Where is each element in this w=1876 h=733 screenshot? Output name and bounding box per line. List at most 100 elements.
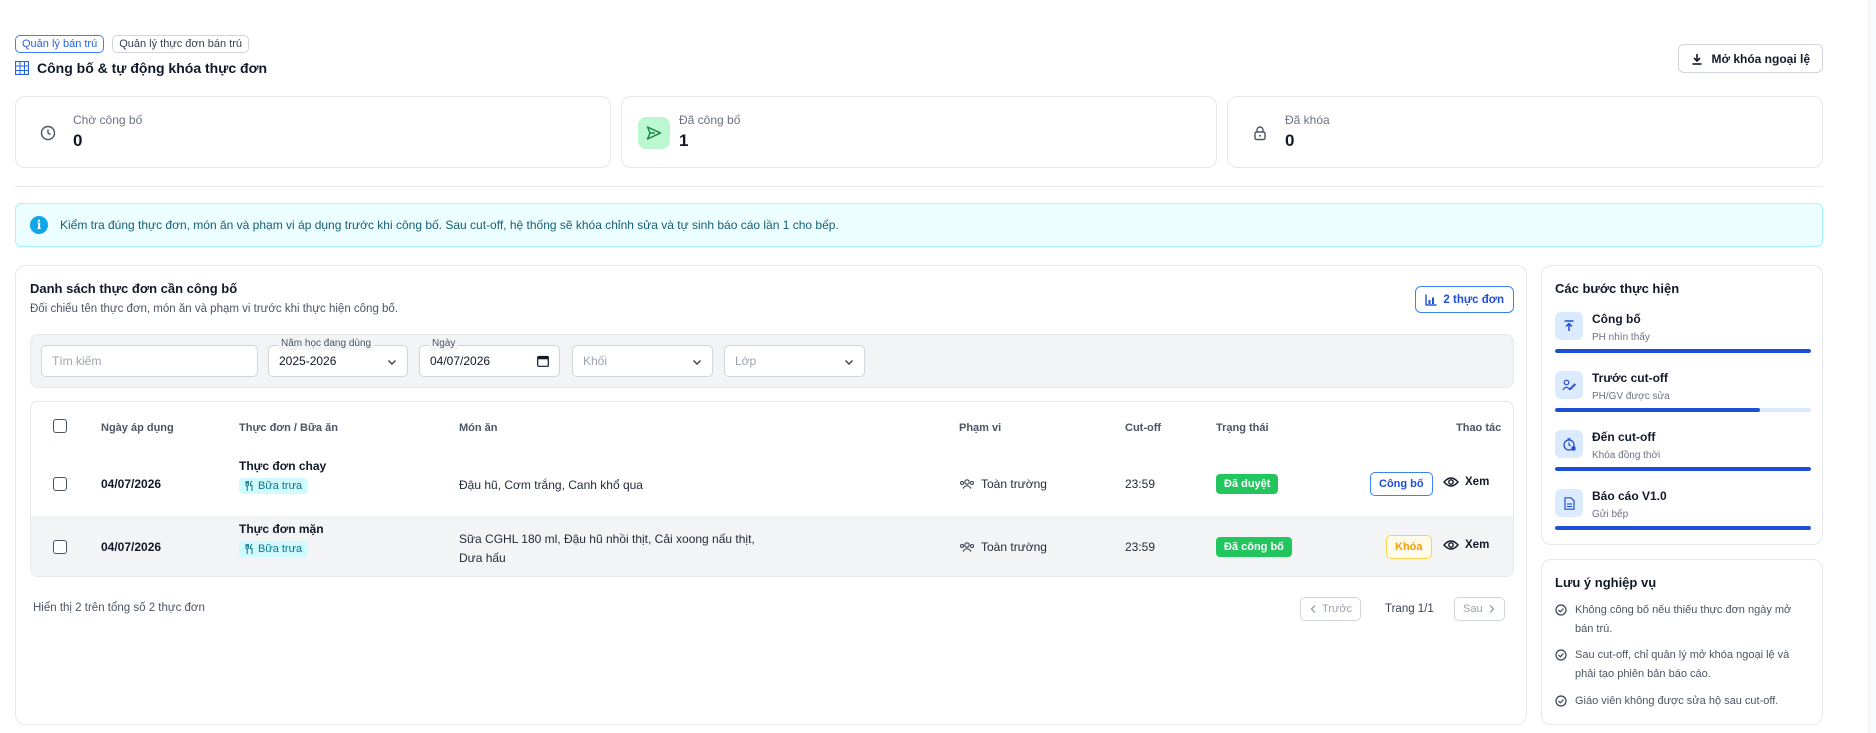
page-title: Công bố & tự động khóa thực đơn (37, 60, 268, 76)
step-item: Công bố PH nhìn thấy (1555, 312, 1811, 364)
page-title-row: Công bố & tự động khóa thực đơn (15, 60, 267, 76)
lock-icon (1244, 117, 1276, 149)
table-row[interactable]: 04/07/2026 Thực đơn chay Bữa trưa Đậu hũ… (31, 453, 1513, 515)
steps-title: Các bước thực hiện (1555, 281, 1680, 296)
breadcrumb-item-boarding[interactable]: Quản lý bán trú (15, 35, 105, 53)
next-page-button[interactable]: Sau (1454, 597, 1505, 621)
notes-card: Lưu ý nghiệp vụ Không công bố nếu thiếu … (1541, 559, 1823, 725)
step-progress-bar (1555, 467, 1811, 471)
view-button[interactable]: Xem (1443, 476, 1489, 488)
menu-count-label: 2 thực đơn (1443, 293, 1504, 306)
grade-select[interactable]: Khối (572, 345, 713, 377)
meal-label: Bữa trưa (258, 480, 303, 492)
class-placeholder: Lớp (735, 354, 757, 368)
check-circle-icon (1555, 649, 1567, 661)
row-scope: Toàn trường (959, 540, 1047, 554)
pagination-summary: Hiển thị 2 trên tổng số 2 thực đơn (33, 602, 205, 614)
view-button[interactable]: Xem (1443, 539, 1489, 551)
table-row[interactable]: 04/07/2026 Thực đơn mặn Bữa trưa Sữa CGH… (31, 516, 1513, 576)
upload-icon (1555, 312, 1583, 340)
menu-table: Ngày áp dụng Thực đơn / Bữa ăn Món ăn Ph… (30, 401, 1514, 577)
step-item: Báo cáo V1.0 Gửi bếp (1555, 489, 1811, 541)
publish-button[interactable]: Công bố (1370, 472, 1433, 496)
school-year-value: 2025-2026 (279, 354, 337, 368)
row-scope: Toàn trường (959, 477, 1047, 491)
step-item: Đến cut-off Khóa đồng thời (1555, 430, 1811, 482)
row-dishes-line: Sữa CGHL 180 ml, Đậu hũ nhồi thịt, Cải x… (459, 532, 755, 546)
stat-value: 0 (73, 131, 83, 150)
note-line: Giáo viên không được sửa hộ sau cut-off. (1575, 695, 1779, 707)
column-header-actions: Thao tác (1456, 422, 1502, 434)
row-dishes-line: Đậu hũ, Cơm trắng, Canh khổ qua (459, 478, 643, 492)
download-icon (1692, 53, 1702, 65)
breadcrumb: Quản lý bán trú Quản lý thực đơn bán trú (15, 35, 250, 53)
class-select[interactable]: Lớp (724, 345, 865, 377)
step-progress-fill (1555, 526, 1811, 530)
row-menu-name: Thực đơn chay (239, 459, 327, 473)
step-subtitle: PH nhìn thấy (1592, 332, 1650, 343)
column-header-status[interactable]: Trạng thái (1216, 422, 1269, 434)
lock-button[interactable]: Khóa (1386, 535, 1432, 559)
chevron-right-icon (1489, 605, 1495, 613)
unlock-exception-label: Mở khóa ngoại lệ (1711, 51, 1810, 66)
check-circle-icon (1555, 695, 1567, 707)
clock-icon (32, 117, 64, 149)
column-header-menu[interactable]: Thực đơn / Bữa ăn (239, 422, 338, 434)
note-item: Không công bố nếu thiếu thực đơn ngày mở… (1555, 601, 1817, 639)
filter-bar: Tìm kiếm Năm học đang dùng 2025-2026 Ngà… (30, 334, 1514, 388)
menu-list-card: Danh sách thực đơn cần công bố Đối chiếu… (15, 265, 1527, 725)
step-progress-bar (1555, 349, 1811, 353)
row-dishes: Sữa CGHL 180 ml, Đậu hũ nhồi thịt, Cải x… (459, 530, 755, 568)
search-input[interactable]: Tìm kiếm (41, 345, 258, 377)
school-year-select[interactable]: Năm học đang dùng 2025-2026 (268, 338, 408, 377)
stat-value: 0 (1285, 131, 1295, 150)
menu-list-subtitle: Đối chiếu tên thực đơn, món ăn và phạm v… (30, 303, 399, 315)
date-input[interactable]: Ngày 04/07/2026 (419, 338, 560, 377)
row-date: 04/07/2026 (101, 540, 162, 554)
chevron-left-icon (1310, 605, 1316, 613)
row-menu-name: Thực đơn mặn (239, 522, 324, 536)
row-dishes: Đậu hũ, Cơm trắng, Canh khổ qua (459, 477, 643, 494)
note-line: Sau cut-off, chỉ quản lý mở khóa ngoại l… (1575, 649, 1790, 661)
row-cutoff: 23:59 (1125, 477, 1156, 491)
note-item: Giáo viên không được sửa hộ sau cut-off. (1555, 692, 1817, 711)
column-header-date[interactable]: Ngày áp dụng (101, 422, 174, 434)
breadcrumb-item-menu[interactable]: Quản lý thực đơn bán trú (112, 35, 250, 53)
steps-card: Các bước thực hiện Công bố PH nhìn thấy … (1541, 265, 1823, 545)
row-menu-cell: Thực đơn chay Bữa trưa (239, 459, 326, 494)
column-header-cutoff[interactable]: Cut-off (1125, 422, 1161, 434)
unlock-exception-button[interactable]: Mở khóa ngoại lệ (1678, 44, 1823, 73)
user-edit-icon (1555, 371, 1583, 399)
row-checkbox[interactable] (53, 540, 67, 554)
menu-count-badge[interactable]: 2 thực đơn (1415, 286, 1514, 313)
meal-tag: Bữa trưa (239, 478, 309, 494)
timer-lock-icon (1555, 430, 1583, 458)
row-scope-label: Toàn trường (981, 540, 1047, 554)
step-subtitle: Gửi bếp (1592, 509, 1629, 520)
stat-label: Đã khóa (1285, 113, 1330, 127)
search-placeholder: Tìm kiếm (52, 354, 102, 368)
calendar-icon[interactable] (537, 355, 549, 367)
stat-value: 1 (679, 131, 689, 150)
row-cutoff: 23:59 (1125, 540, 1156, 554)
scrollbar[interactable] (1868, 0, 1876, 733)
stat-card-locked: Đã khóa 0 (1227, 96, 1823, 168)
select-all-checkbox[interactable] (53, 419, 67, 433)
divider (15, 186, 1823, 187)
eye-icon (1443, 540, 1459, 550)
step-title: Trước cut-off (1592, 371, 1668, 385)
grid-icon (15, 61, 29, 75)
next-page-label: Sau (1463, 603, 1483, 615)
row-menu-cell: Thực đơn mặn Bữa trưa (239, 522, 324, 557)
prev-page-button[interactable]: Trước (1300, 597, 1362, 621)
menu-list-title: Danh sách thực đơn cần công bố (30, 281, 238, 296)
eye-icon (1443, 477, 1459, 487)
step-subtitle: Khóa đồng thời (1592, 450, 1661, 461)
chevron-down-icon (388, 360, 396, 365)
row-checkbox[interactable] (53, 477, 67, 491)
column-header-scope[interactable]: Phạm vi (959, 422, 1001, 434)
row-scope-label: Toàn trường (981, 477, 1047, 491)
column-header-dishes[interactable]: Món ăn (459, 422, 498, 434)
notes-title: Lưu ý nghiệp vụ (1555, 575, 1657, 590)
step-progress-bar (1555, 526, 1811, 530)
